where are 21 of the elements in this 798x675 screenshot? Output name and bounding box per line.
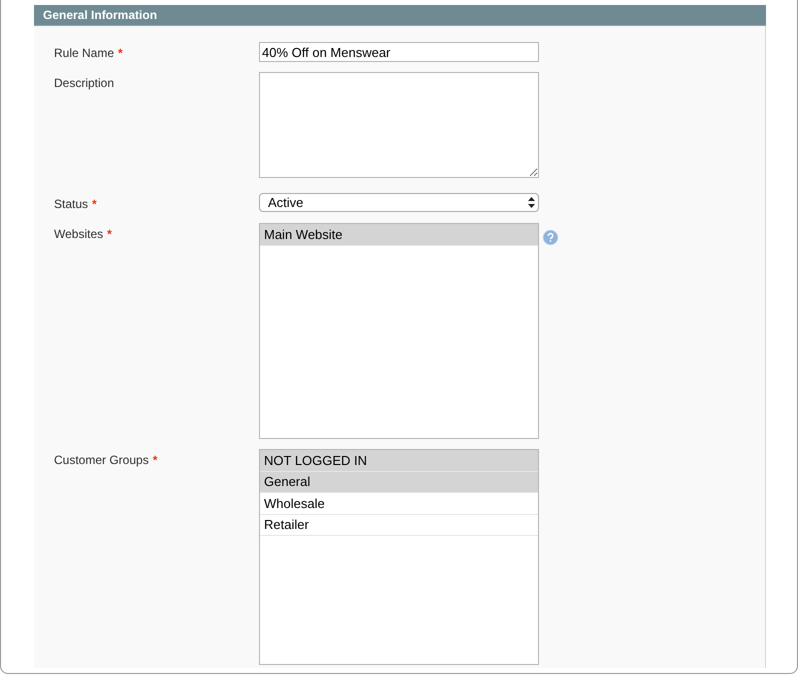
list-option[interactable]: General: [260, 472, 538, 493]
field-label: Websites: [54, 226, 104, 243]
multiselect-list[interactable]: Main Website: [259, 223, 539, 439]
field-label: Rule Name: [54, 45, 114, 62]
list-option[interactable]: Main Website: [260, 224, 538, 246]
field-label: Description: [54, 75, 114, 92]
field-label: Status: [54, 196, 88, 213]
updown-arrows-icon: [528, 197, 535, 208]
required-mark: *: [92, 196, 97, 213]
required-mark: *: [107, 226, 112, 243]
help-icon[interactable]: [543, 230, 558, 245]
required-mark: *: [152, 452, 158, 469]
field-label: Customer Groups: [54, 452, 149, 469]
rule-name-field[interactable]: 40% Off on Menswear: [259, 42, 539, 62]
description-field[interactable]: [259, 72, 539, 178]
multiselect-list[interactable]: NOT LOGGED IN General Wholesale Retailer: [259, 449, 539, 665]
section-header: General Information: [34, 5, 766, 26]
required-mark: *: [118, 45, 123, 62]
list-option[interactable]: NOT LOGGED IN: [260, 450, 538, 472]
status-select[interactable]: Active: [259, 193, 539, 212]
list-option[interactable]: Retailer: [260, 514, 538, 536]
